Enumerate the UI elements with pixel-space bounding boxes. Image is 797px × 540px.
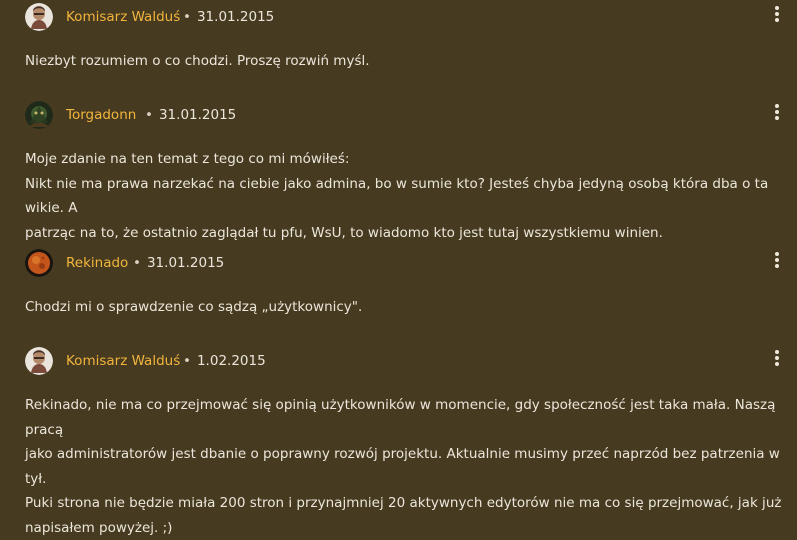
author-link[interactable]: Rekinado	[66, 255, 128, 271]
reply-text-line: napisałem powyżej. ;)	[25, 516, 789, 540]
reply-text-line: patrząc na to, że ostatnio zaglądał tu p…	[25, 221, 789, 246]
reply-text-line: Moje zdanie na ten temat z tego co mi mó…	[25, 147, 789, 172]
more-vertical-icon[interactable]	[771, 3, 783, 25]
more-vertical-icon[interactable]	[771, 347, 783, 369]
reply-body: Moje zdanie na ten temat z tego co mi mó…	[25, 147, 789, 245]
reply-date: 31.01.2015	[159, 107, 236, 123]
more-vertical-icon[interactable]	[771, 101, 783, 123]
reply-meta: • 1.02.2015	[177, 353, 266, 369]
user-avatar-icon[interactable]	[25, 101, 53, 129]
reply-header: Komisarz Walduś • 31.01.2015	[0, 3, 797, 33]
reply-header: Torgadonn • 31.01.2015	[0, 101, 797, 131]
author-link[interactable]: Komisarz Walduś	[66, 9, 180, 25]
user-avatar-icon[interactable]	[25, 249, 53, 277]
reply-text-line: Nikt nie ma prawa narzekać na ciebie jak…	[25, 172, 789, 221]
separator-dot: •	[145, 107, 153, 123]
reply-text-line: Niezbyt rozumiem o co chodzi. Proszę roz…	[25, 49, 789, 74]
separator-dot: •	[183, 353, 191, 369]
reply-header: Komisarz Walduś • 1.02.2015	[0, 347, 797, 377]
separator-dot: •	[183, 9, 191, 25]
reply-text-line: Chodzi mi o sprawdzenie co sądzą „użytko…	[25, 295, 789, 320]
reply-meta: • 31.01.2015	[177, 9, 274, 25]
reply-text-line: Puki strona nie będzie miała 200 stron i…	[25, 491, 789, 516]
reply: Komisarz Walduś •1.02.2015 Rekinado, nie…	[0, 347, 797, 377]
reply: Torgadonn •31.01.2015 Moje zdanie na ten…	[0, 101, 797, 131]
reply-body: Chodzi mi o sprawdzenie co sądzą „użytko…	[25, 295, 789, 320]
more-vertical-icon[interactable]	[771, 249, 783, 271]
reply-meta: • 31.01.2015	[139, 107, 236, 123]
reply-date: 1.02.2015	[197, 353, 266, 369]
reply-date: 31.01.2015	[197, 9, 274, 25]
reply-text-line: Rekinado, nie ma co przejmować się opini…	[25, 393, 789, 442]
user-avatar-icon[interactable]	[25, 347, 53, 375]
user-avatar-icon[interactable]	[25, 3, 53, 31]
reply-header: Rekinado • 31.01.2015	[0, 249, 797, 279]
author-link[interactable]: Torgadonn	[66, 107, 136, 123]
reply-body: Niezbyt rozumiem o co chodzi. Proszę roz…	[25, 49, 789, 74]
reply-body: Rekinado, nie ma co przejmować się opini…	[25, 393, 789, 540]
reply: Komisarz Walduś •31.01.2015 Niezbyt rozu…	[0, 3, 797, 33]
reply-date: 31.01.2015	[147, 255, 224, 271]
reply: Rekinado •31.01.2015 Chodzi mi o sprawdz…	[0, 249, 797, 279]
separator-dot: •	[133, 255, 141, 271]
reply-meta: • 31.01.2015	[127, 255, 224, 271]
author-link[interactable]: Komisarz Walduś	[66, 353, 180, 369]
reply-text-line: jako administratorów jest dbanie o popra…	[25, 442, 789, 491]
